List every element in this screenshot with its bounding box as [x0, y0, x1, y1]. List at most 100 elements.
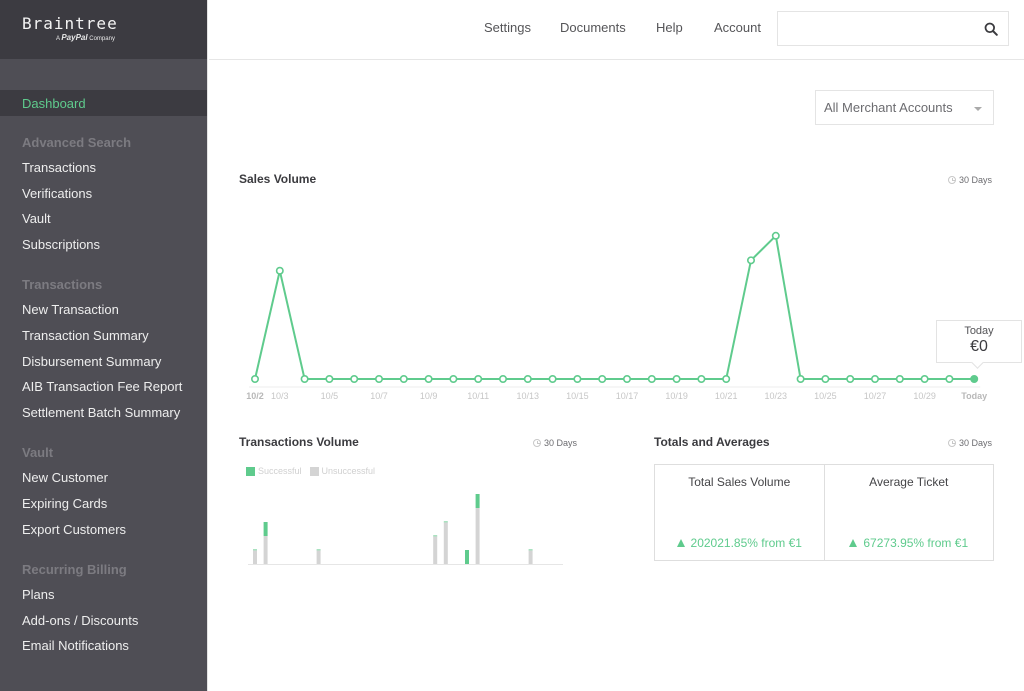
data-point[interactable] — [920, 375, 929, 384]
bar-successful[interactable] — [475, 494, 480, 508]
sidebar-item-transaction-summary[interactable]: Transaction Summary — [0, 323, 207, 349]
x-tick-label: 10/13 — [517, 391, 540, 401]
x-tick-label: 10/15 — [566, 391, 589, 401]
nav-link-help[interactable]: Help — [656, 20, 683, 35]
sales-volume-period[interactable]: 30 Days — [948, 175, 992, 185]
x-tick-label: 10/23 — [765, 391, 788, 401]
data-point[interactable] — [895, 375, 904, 384]
brand-sub-brand: PayPal — [61, 33, 88, 42]
tooltip-label: Today — [964, 325, 994, 337]
data-point[interactable] — [622, 375, 631, 384]
data-point[interactable] — [722, 375, 731, 384]
sidebar-heading: Advanced Search — [22, 135, 132, 150]
sidebar-item-new-customer[interactable]: New Customer — [0, 465, 207, 491]
sidebar-item-plans[interactable]: Plans — [0, 582, 207, 608]
x-tick-label: 10/19 — [665, 391, 688, 401]
data-point[interactable] — [523, 375, 532, 384]
nav-link-settings[interactable]: Settings — [484, 20, 531, 35]
legend-swatch-successful — [246, 466, 255, 476]
totals-period[interactable]: 30 Days — [948, 438, 992, 448]
legend-swatch-unsuccessful — [309, 466, 319, 476]
legend-successful[interactable]: Successful — [246, 466, 302, 476]
data-point[interactable] — [424, 375, 433, 384]
x-tick-label: Today — [961, 391, 987, 401]
transactions-volume-chart[interactable] — [240, 480, 570, 570]
data-point[interactable] — [846, 375, 855, 384]
x-tick-label: 10/25 — [814, 391, 837, 401]
sales-volume-title: Sales Volume — [239, 172, 317, 186]
bar-unsuccessful[interactable] — [316, 550, 321, 564]
sidebar-nav: Advanced Search Transactions Verifications… — [0, 116, 207, 659]
data-point[interactable] — [598, 375, 607, 384]
sidebar-item-transactions[interactable]: Transactions — [0, 155, 207, 181]
bar-unsuccessful[interactable] — [253, 550, 257, 564]
data-point[interactable] — [647, 375, 656, 384]
card-title: Total Sales Volume — [688, 475, 791, 489]
x-tick-label: 10/5 — [321, 391, 339, 401]
sidebar-item-vault[interactable]: Vault — [0, 206, 207, 232]
merchant-account-select[interactable]: All Merchant Accounts — [815, 90, 994, 125]
data-point[interactable] — [945, 375, 954, 384]
sidebar-item-email-notifications[interactable]: Email Notifications — [0, 633, 207, 659]
bar-unsuccessful[interactable] — [433, 536, 438, 564]
search-icon[interactable] — [984, 22, 998, 36]
legend-unsuccessful[interactable]: Unsuccessful — [309, 466, 375, 476]
sales-line — [254, 233, 975, 380]
sidebar-item-export-customers[interactable]: Export Customers — [0, 517, 207, 543]
bar-unsuccessful[interactable] — [443, 522, 448, 564]
bar-successful[interactable] — [263, 522, 268, 536]
sidebar-item-subscriptions[interactable]: Subscriptions — [0, 232, 207, 258]
card-average-ticket: Average Ticket 67273.95% from €1 — [823, 465, 994, 560]
nav-link-account[interactable]: Account — [714, 20, 761, 35]
search-input[interactable] — [778, 12, 968, 45]
data-point[interactable] — [250, 375, 259, 384]
sidebar-item-add-ons-discounts[interactable]: Add-ons / Discounts — [0, 608, 207, 634]
transactions-legend: Successful Unsuccessful — [246, 466, 375, 476]
sidebar-item-dashboard[interactable]: Dashboard — [0, 90, 207, 116]
data-point[interactable] — [870, 375, 879, 384]
sidebar-item-expiring-cards[interactable]: Expiring Cards — [0, 491, 207, 517]
sidebar-item-disbursement-summary[interactable]: Disbursement Summary — [0, 349, 207, 375]
data-point[interactable] — [474, 375, 483, 384]
data-point[interactable] — [573, 375, 582, 384]
card-change-text: 202021.85% from €1 — [690, 536, 802, 550]
transactions-volume-period[interactable]: 30 Days — [533, 438, 577, 448]
bar-unsuccessful[interactable] — [475, 508, 480, 564]
data-point[interactable] — [970, 375, 979, 384]
totals-cards: Total Sales Volume 202021.85% from €1 Av… — [654, 464, 994, 561]
sidebar-item-verifications[interactable]: Verifications — [0, 181, 207, 207]
bar-cap — [253, 549, 257, 551]
data-point[interactable] — [375, 375, 384, 384]
search-box — [777, 11, 1009, 46]
data-point[interactable] — [796, 375, 805, 384]
card-change: 67273.95% from €1 — [825, 536, 994, 550]
data-point[interactable] — [498, 375, 507, 384]
data-point[interactable] — [449, 375, 458, 384]
sidebar-item-settlement-batch-summary[interactable]: Settlement Batch Summary — [0, 400, 207, 426]
x-tick-label: 10/29 — [913, 391, 936, 401]
data-point[interactable] — [300, 375, 309, 384]
data-point[interactable] — [275, 266, 284, 275]
data-point[interactable] — [350, 375, 359, 384]
bar-successful[interactable] — [465, 550, 469, 564]
arrow-up-icon — [676, 539, 685, 547]
data-point[interactable] — [697, 375, 706, 384]
bar-cap — [316, 549, 321, 551]
sidebar-item-new-transaction[interactable]: New Transaction — [0, 297, 207, 323]
brand-tagline: A PayPal Company — [56, 33, 115, 42]
sidebar-item-aib-transaction-fee-report[interactable]: AIB Transaction Fee Report — [0, 374, 207, 400]
nav-link-documents[interactable]: Documents — [560, 20, 626, 35]
data-point[interactable] — [325, 375, 334, 384]
logo[interactable]: Braintree A PayPal Company — [0, 0, 207, 59]
x-tick-label: 10/11 — [467, 391, 489, 401]
nav-gap — [0, 542, 207, 557]
bar-unsuccessful[interactable] — [263, 536, 268, 564]
data-point[interactable] — [399, 375, 408, 384]
bar-unsuccessful[interactable] — [528, 550, 533, 564]
data-point[interactable] — [746, 256, 755, 265]
data-point[interactable] — [821, 375, 830, 384]
data-point[interactable] — [771, 231, 780, 240]
data-point[interactable] — [672, 375, 681, 384]
data-point[interactable] — [548, 375, 557, 384]
sales-volume-chart[interactable]: 10/2 10/3 10/5 10/7 10/9 10/11 10/13 10/15 10/17… — [235, 195, 1024, 410]
